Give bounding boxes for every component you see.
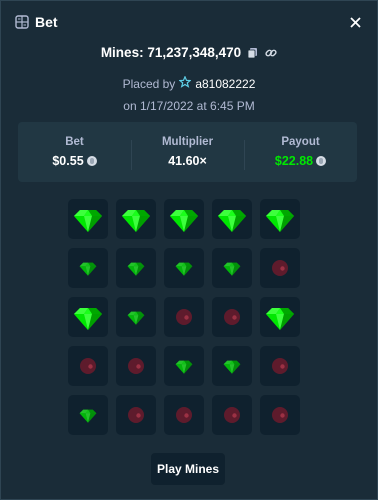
- mine-icon: [223, 308, 241, 326]
- stat-payout-value-row: $22.88: [244, 154, 357, 168]
- stat-multiplier-value-row: 41.60×: [131, 154, 244, 168]
- mine-tile-r3-c5: [260, 297, 300, 337]
- stat-bet-value: $0.55: [52, 154, 84, 168]
- stat-bet-value-row: $0.55: [18, 154, 131, 168]
- mine-icon: [127, 406, 145, 424]
- mine-tile-r4-c1: [68, 346, 108, 386]
- close-icon[interactable]: [347, 14, 363, 30]
- mine-tile-r3-c4: [212, 297, 252, 337]
- mine-icon: [175, 406, 193, 424]
- gem-icon: [265, 204, 295, 234]
- mine-tile-r3-c3: [164, 297, 204, 337]
- mine-tile-r2-c5: [260, 248, 300, 288]
- bet-date: on 1/17/2022 at 6:45 PM: [123, 99, 255, 113]
- gem-icon: [127, 259, 145, 277]
- mine-tile-r1-c3: [164, 199, 204, 239]
- play-mines-button[interactable]: Play Mines: [151, 453, 225, 485]
- gem-icon: [169, 204, 199, 234]
- gem-icon: [265, 302, 295, 332]
- mine-icon: [127, 357, 145, 375]
- gem-icon: [223, 259, 241, 277]
- mine-icon: [271, 406, 289, 424]
- mine-tile-r2-c3: [164, 248, 204, 288]
- mine-icon: [271, 259, 289, 277]
- stat-payout: Payout $22.88: [244, 136, 357, 170]
- bet-stats-panel: Bet $0.55 Multiplier 41.60× Payout $22.8…: [18, 122, 357, 182]
- link-icon[interactable]: [265, 47, 277, 59]
- bet-id-text: Mines: 71,237,348,470: [100, 45, 242, 60]
- bet-ticket-icon: [15, 15, 29, 29]
- vip-star-icon: [178, 75, 193, 91]
- mine-tile-r4-c5: [260, 346, 300, 386]
- mine-tile-r2-c4: [212, 248, 252, 288]
- gem-icon: [217, 204, 247, 234]
- mine-tile-r1-c2: [116, 199, 156, 239]
- stat-multiplier-label: Multiplier: [161, 136, 214, 148]
- mines-grid: [68, 199, 300, 435]
- mine-tile-r5-c4: [212, 395, 252, 435]
- bet-id-row: Mines: 71,237,348,470: [1, 45, 377, 60]
- mine-tile-r2-c2: [116, 248, 156, 288]
- mine-tile-r5-c2: [116, 395, 156, 435]
- mine-tile-r1-c1: [68, 199, 108, 239]
- placed-by-row: Placed by a81082222: [1, 75, 377, 91]
- modal-header: Bet: [1, 1, 377, 43]
- gem-icon: [223, 357, 241, 375]
- placed-by-label: Placed by: [122, 76, 176, 91]
- mine-tile-r3-c1: [68, 297, 108, 337]
- gem-icon: [127, 308, 145, 326]
- mine-icon: [271, 357, 289, 375]
- mine-tile-r5-c3: [164, 395, 204, 435]
- mine-tile-r3-c2: [116, 297, 156, 337]
- gem-icon: [79, 259, 97, 277]
- username-link[interactable]: a81082222: [195, 77, 255, 91]
- bet-modal: Bet Mines: 71,237,348,470 Placed by a810…: [0, 0, 378, 500]
- mine-tile-r1-c4: [212, 199, 252, 239]
- gem-icon: [121, 204, 151, 234]
- gem-icon: [79, 406, 97, 424]
- stat-multiplier-value: 41.60×: [168, 154, 207, 168]
- mine-tile-r5-c1: [68, 395, 108, 435]
- gem-icon: [73, 302, 103, 332]
- mine-tile-r5-c5: [260, 395, 300, 435]
- currency-coin-icon: [86, 156, 97, 166]
- mine-icon: [79, 357, 97, 375]
- gem-icon: [175, 259, 193, 277]
- stat-multiplier: Multiplier 41.60×: [131, 136, 244, 170]
- copy-icon[interactable]: [247, 47, 259, 59]
- currency-coin-icon: [316, 156, 327, 166]
- stat-payout-value: $22.88: [274, 154, 314, 168]
- mine-tile-r4-c2: [116, 346, 156, 386]
- stat-payout-label: Payout: [281, 136, 320, 148]
- mine-tile-r1-c5: [260, 199, 300, 239]
- mine-tile-r2-c1: [68, 248, 108, 288]
- stat-bet: Bet $0.55: [18, 136, 131, 168]
- gem-icon: [175, 357, 193, 375]
- mine-icon: [223, 406, 241, 424]
- mine-tile-r4-c3: [164, 346, 204, 386]
- gem-icon: [73, 204, 103, 234]
- modal-title: Bet: [35, 14, 58, 30]
- mine-icon: [175, 308, 193, 326]
- stat-bet-label: Bet: [65, 136, 84, 148]
- mine-tile-r4-c4: [212, 346, 252, 386]
